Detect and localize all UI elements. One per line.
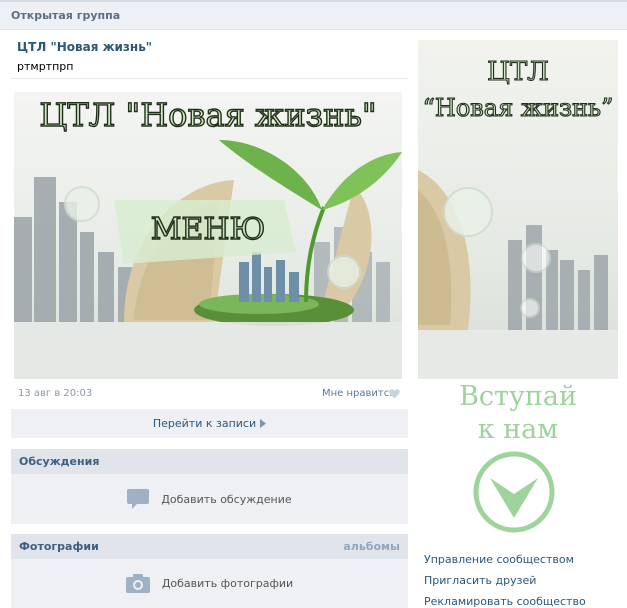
post-subtitle: ртмртпрп [17, 60, 74, 73]
side-banner-line2: “Новая жизнь” [423, 94, 614, 122]
add-discussion-link[interactable]: Добавить обсуждение [161, 493, 291, 506]
side-banner-line1: ЦТЛ [487, 57, 549, 87]
goto-post-button[interactable]: Перейти к записи [11, 409, 408, 438]
manage-community-link[interactable]: Управление сообществом [424, 553, 574, 566]
chat-bubble-icon [127, 489, 150, 509]
side-banner-illustration: ЦТЛ “Новая жизнь” [418, 56, 618, 379]
group-type-label: Открытая группа [11, 9, 121, 22]
add-photos-link[interactable]: Добавить фотографии [162, 577, 293, 590]
albums-link[interactable]: альбомы [343, 540, 400, 553]
discussions-title[interactable]: Обсуждения [19, 455, 99, 468]
banner-title: ЦТЛ "Новая жизнь" [39, 96, 376, 134]
invite-friends-link[interactable]: Пригласить друзей [424, 574, 536, 587]
advertise-community-link[interactable]: Рекламировать сообщество [424, 595, 586, 608]
like-button[interactable]: Мне нравится [322, 388, 395, 399]
banner-illustration: ЦТЛ "Новая жизнь" МЕНЮ [14, 95, 402, 379]
join-cta[interactable]: Вступай к нам [418, 380, 618, 446]
cta-line1: Вступай [459, 381, 577, 412]
photos-header[interactable]: Фотографии альбомы [11, 534, 408, 559]
post-date[interactable]: 13 авг в 20:03 [18, 388, 92, 399]
group-type-bar: Открытая группа [0, 0, 627, 30]
heart-icon[interactable] [389, 389, 400, 399]
photos-body: Добавить фотографии [11, 559, 408, 608]
camera-icon [125, 574, 150, 593]
post-banner-image[interactable]: ЦТЛ "Новая жизнь" МЕНЮ [14, 92, 402, 379]
post-title[interactable]: ЦТЛ "Новая жизнь" [17, 40, 152, 54]
discussions-header[interactable]: Обсуждения [11, 449, 408, 474]
photos-title[interactable]: Фотографии [19, 540, 99, 553]
cta-line2: к нам [477, 414, 559, 445]
discussions-body: Добавить обсуждение [11, 474, 408, 524]
down-arrow-circle-icon[interactable] [472, 450, 556, 534]
goto-post-label: Перейти к записи [152, 417, 257, 430]
chevron-right-icon [260, 419, 267, 428]
side-banner-image[interactable]: ЦТЛ “Новая жизнь” [418, 40, 618, 379]
banner-menu-label[interactable]: МЕНЮ [150, 211, 266, 247]
divider [11, 78, 408, 79]
